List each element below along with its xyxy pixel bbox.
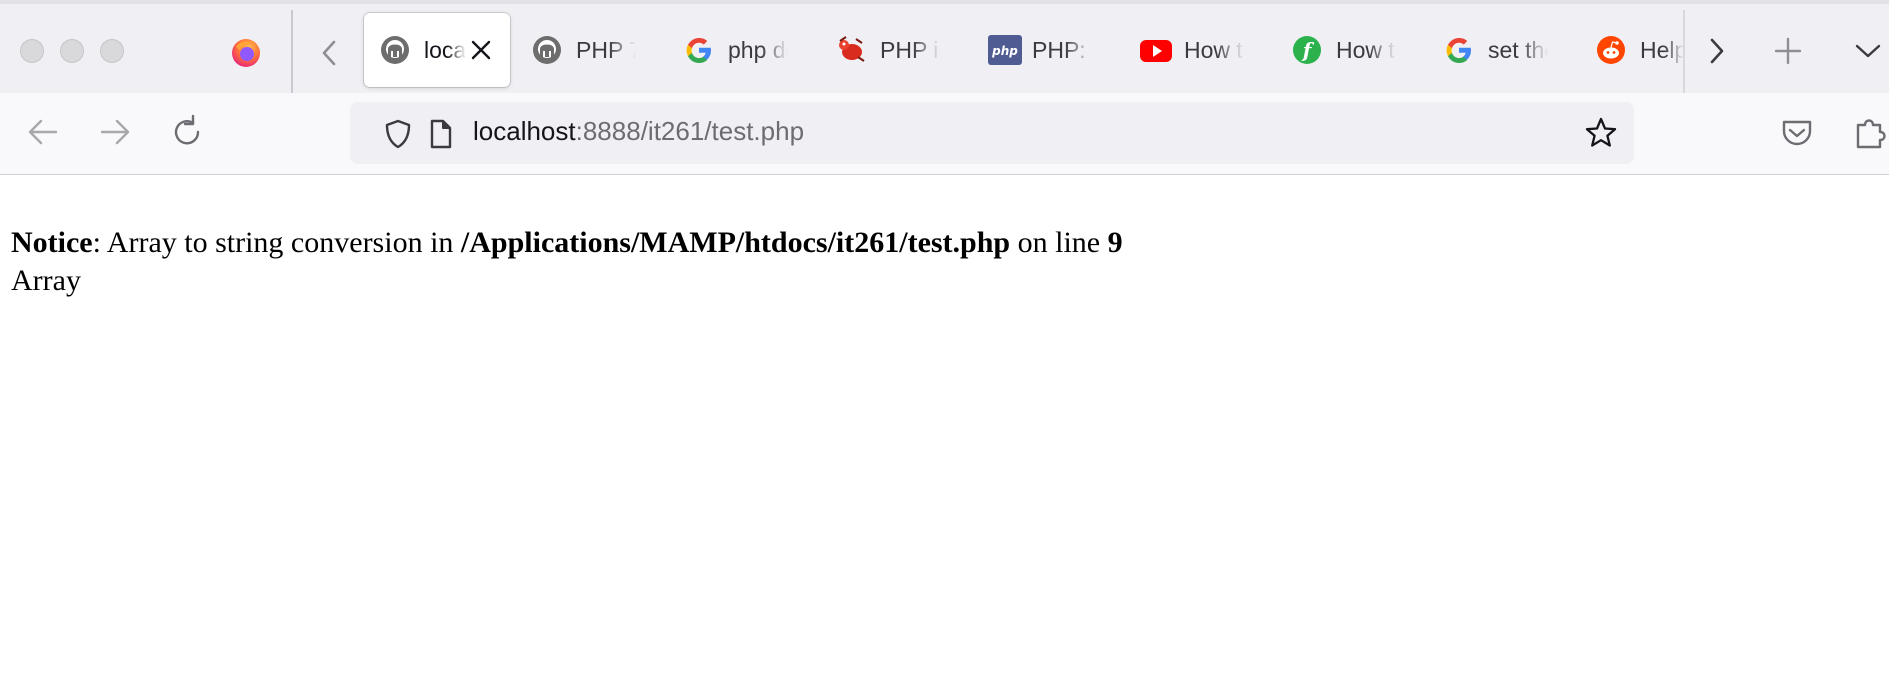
tab-set-the[interactable]: set the [1428, 13, 1574, 87]
close-tab-icon[interactable] [470, 39, 492, 61]
tab-title: set the [1488, 36, 1548, 63]
page-icon[interactable] [424, 118, 456, 150]
extensions-icon[interactable] [1851, 113, 1889, 151]
list-all-tabs-button[interactable] [1851, 34, 1885, 68]
google-icon [1444, 35, 1474, 65]
tab-title: localhost:8888/it261/test.php [424, 36, 466, 63]
php-notice-line: Notice: Array to string conversion in /A… [11, 224, 1123, 262]
tab-scroll-right-button[interactable] [1700, 34, 1734, 68]
window-close-button[interactable] [20, 39, 44, 63]
tab-php-net[interactable]: php PHP: e [972, 13, 1118, 87]
page-output: Array [11, 264, 81, 297]
notice-line-number: 9 [1107, 226, 1123, 259]
page-content: Notice: Array to string conversion in /A… [11, 224, 1123, 300]
google-icon [684, 35, 714, 65]
mamp-elephant-icon [532, 35, 562, 65]
pocket-icon[interactable] [1778, 113, 1816, 151]
svg-text:php: php [991, 44, 1018, 58]
window-maximize-button[interactable] [100, 39, 124, 63]
tab-title: How to [1184, 36, 1244, 63]
tab-title: php do [728, 36, 788, 63]
php-icon: php [988, 35, 1022, 65]
navigation-toolbar: localhost:8888/it261/test.php [0, 93, 1889, 175]
back-button[interactable] [24, 113, 62, 151]
tab-strip-separator [291, 10, 293, 96]
new-tab-button[interactable] [1771, 34, 1805, 68]
tab-php-is[interactable]: PHP is [820, 13, 966, 87]
tab-php-docs[interactable]: php do [668, 13, 814, 87]
firefox-view-icon[interactable] [230, 37, 262, 69]
tab-strip-separator [1683, 10, 1685, 96]
tab-reddit[interactable]: Help [1580, 13, 1684, 87]
url-host: localhost [473, 116, 576, 146]
reddit-icon [1596, 35, 1626, 65]
tab-title: PHP is [880, 36, 940, 63]
tab-scroll-left-button[interactable] [316, 36, 342, 70]
notice-line-text: on line [1010, 226, 1108, 259]
tab-youtube[interactable]: How to [1124, 13, 1270, 87]
tab-strip: localhost:8888/it261/test.php PHP 7. php… [0, 0, 1889, 96]
url-text[interactable]: localhost:8888/it261/test.php [473, 116, 804, 147]
mamp-elephant-icon [380, 35, 410, 65]
url-path: :8888/it261/test.php [575, 116, 805, 146]
forward-button[interactable] [96, 113, 134, 151]
tab-title: PHP 7. [576, 36, 636, 63]
notice-file-path: /Applications/MAMP/htdocs/it261/test.php [460, 226, 1011, 259]
tab-title: PHP: e [1032, 36, 1092, 63]
shield-icon[interactable] [382, 118, 414, 150]
tab-localhost[interactable]: localhost:8888/it261/test.php [364, 13, 510, 87]
address-bar[interactable]: localhost:8888/it261/test.php [350, 102, 1634, 164]
reload-button[interactable] [168, 113, 206, 151]
youtube-icon [1140, 35, 1172, 65]
bookmark-star-icon[interactable] [1584, 116, 1618, 150]
tab-title: How to [1336, 36, 1396, 63]
notice-label: Notice [11, 226, 93, 259]
window-minimize-button[interactable] [60, 39, 84, 63]
tab-php7[interactable]: PHP 7. [516, 13, 662, 87]
tab-title: Help [1640, 36, 1684, 63]
bug-icon [836, 35, 866, 65]
notice-message: : Array to string conversion in [92, 226, 461, 259]
feedly-icon: f [1292, 35, 1322, 65]
tab-feedly[interactable]: f How to [1276, 13, 1422, 87]
